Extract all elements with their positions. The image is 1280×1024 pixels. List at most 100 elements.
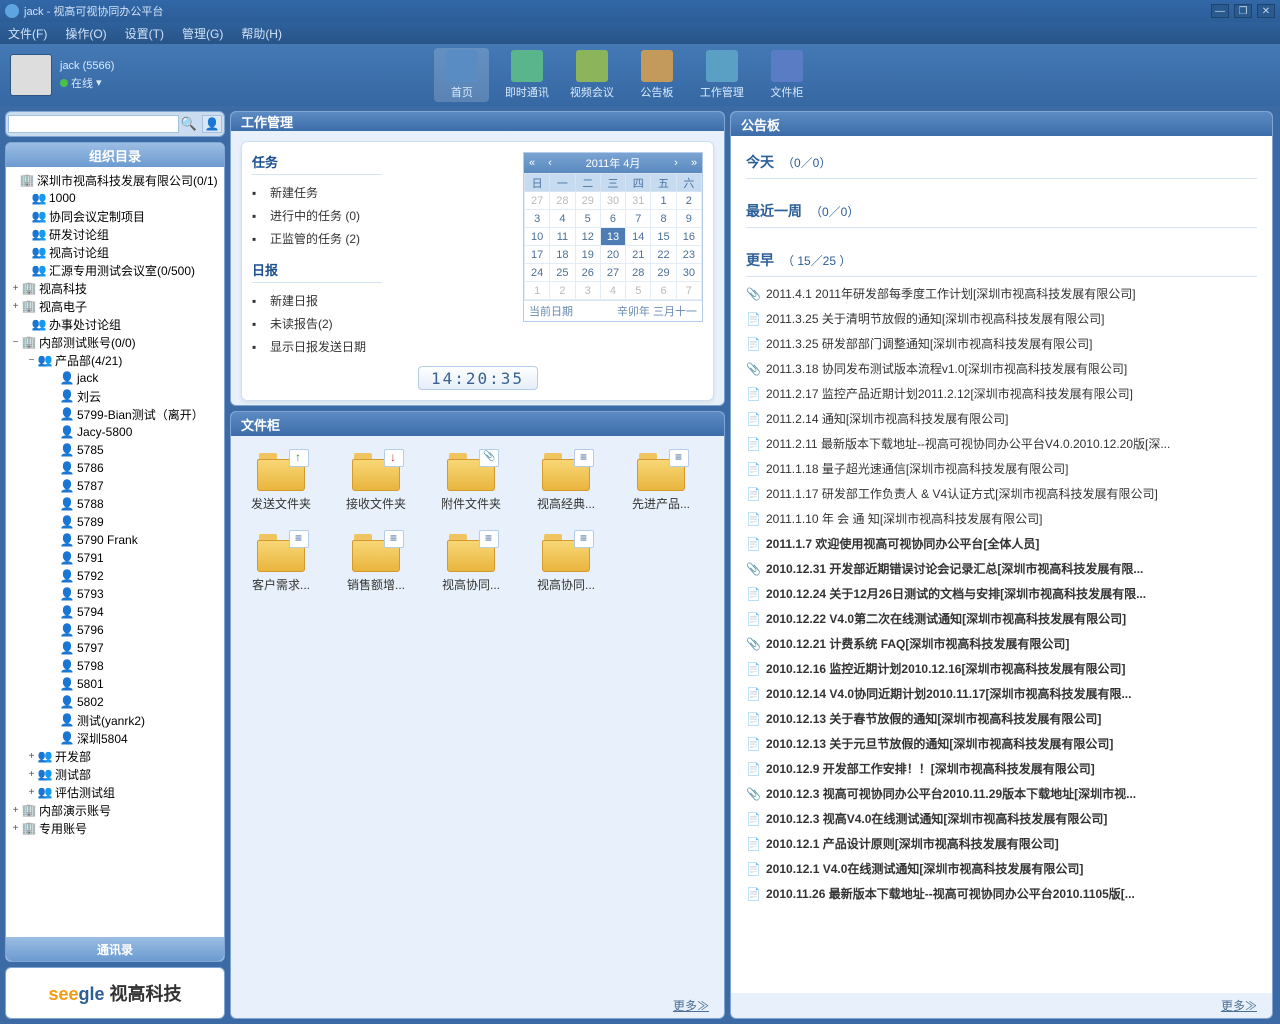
tree-item[interactable]: 👤5792 [8,567,222,585]
cal-prev-month[interactable]: ‹ [542,157,558,169]
cal-day[interactable]: 28 [626,264,651,282]
search-icon[interactable]: 🔍 [179,116,199,132]
cal-day[interactable]: 28 [550,192,575,210]
tree-item[interactable]: 👥汇源专用测试会议室(0/500) [8,261,222,279]
tree-item[interactable]: 👤5791 [8,549,222,567]
tree-item[interactable]: 👤测试(yanrk2) [8,711,222,729]
cal-day[interactable]: 30 [676,264,701,282]
tree-item[interactable]: +👥评估测试组 [8,783,222,801]
tree-item[interactable]: 👤5802 [8,693,222,711]
tree-item[interactable]: 👥1000 [8,189,222,207]
cal-day[interactable]: 3 [575,282,600,300]
folder-item[interactable]: 视高协同... [436,532,506,593]
bulletin-item[interactable]: 📄2011.3.25 研发部部门调整通知[深圳市视高科技发展有限公司] [746,331,1257,356]
contacts-tab[interactable]: 通讯录 [6,937,224,961]
cal-day[interactable]: 30 [600,192,625,210]
cal-day[interactable]: 8 [651,210,676,228]
bulletin-item[interactable]: 📄2010.12.13 关于春节放假的通知[深圳市视高科技发展有限公司] [746,706,1257,731]
org-tab[interactable]: 组织目录 [6,143,224,167]
tree-item[interactable]: 👤5796 [8,621,222,639]
action-link[interactable]: ▪进行中的任务 (0) [252,204,382,227]
cal-day[interactable]: 12 [575,228,600,246]
tree-item[interactable]: 👤Jacy-5800 [8,423,222,441]
tree-item[interactable]: 👥研发讨论组 [8,225,222,243]
cal-day[interactable]: 2 [676,192,701,210]
bulletin-item[interactable]: 📄2010.12.22 V4.0第二次在线测试通知[深圳市视高科技发展有限公司] [746,606,1257,631]
bulletin-item[interactable]: 📄2011.2.14 通知[深圳市视高科技发展有限公司] [746,406,1257,431]
cal-day[interactable]: 24 [525,264,550,282]
menu-item[interactable]: 管理(G) [182,25,223,42]
cal-day[interactable]: 6 [651,282,676,300]
cal-day[interactable]: 22 [651,246,676,264]
cabinet-more-link[interactable]: 更多≫ [231,993,724,1018]
tree-item[interactable]: 🏢深圳市视高科技发展有限公司(0/1) [8,171,222,189]
tree-expand-icon[interactable]: + [26,751,37,762]
search-input[interactable] [8,115,179,133]
topnav-item[interactable]: 即时通讯 [499,48,554,102]
tree-item[interactable]: 👥协同会议定制项目 [8,207,222,225]
folder-item[interactable]: 先进产品... [626,451,696,512]
bulletin-item[interactable]: 📄2011.2.17 监控产品近期计划2011.2.12[深圳市视高科技发展有限… [746,381,1257,406]
bulletin-more-link[interactable]: 更多≫ [731,993,1272,1018]
folder-item[interactable]: 发送文件夹 [246,451,316,512]
bulletin-item[interactable]: 📄2011.1.18 量子超光速通信[深圳市视高科技发展有限公司] [746,456,1257,481]
bulletin-item[interactable]: 📎2011.3.18 协同发布测试版本流程v1.0[深圳市视高科技发展有限公司] [746,356,1257,381]
cal-next-year[interactable]: » [686,157,702,169]
folder-item[interactable]: 视高经典... [531,451,601,512]
tree-item[interactable]: 👤5790 Frank [8,531,222,549]
cal-day[interactable]: 23 [676,246,701,264]
cal-day[interactable]: 4 [600,282,625,300]
menu-item[interactable]: 设置(T) [125,25,164,42]
tree-item[interactable]: +👥开发部 [8,747,222,765]
tree-expand-icon[interactable]: + [26,787,37,798]
bulletin-item[interactable]: 📄2011.1.7 欢迎使用视高可视协同办公平台[全体人员] [746,531,1257,556]
topnav-item[interactable]: 公告板 [629,48,684,102]
tree-item[interactable]: +🏢专用账号 [8,819,222,837]
bulletin-item[interactable]: 📄2010.12.3 视高V4.0在线测试通知[深圳市视高科技发展有限公司] [746,806,1257,831]
cal-day[interactable]: 26 [575,264,600,282]
folder-item[interactable]: 视高协同... [531,532,601,593]
tree-item[interactable]: 👤5801 [8,675,222,693]
tree-item[interactable]: 👥办事处讨论组 [8,315,222,333]
bulletin-item[interactable]: 📄2011.3.25 关于清明节放假的通知[深圳市视高科技发展有限公司] [746,306,1257,331]
folder-item[interactable]: 接收文件夹 [341,451,411,512]
tree-expand-icon[interactable]: + [10,301,21,312]
tree-expand-icon[interactable]: + [26,769,37,780]
cal-day[interactable]: 1 [651,192,676,210]
cal-day[interactable]: 5 [575,210,600,228]
tree-item[interactable]: 👤5785 [8,441,222,459]
tree-item[interactable]: 👤深圳5804 [8,729,222,747]
tree-item[interactable]: 👤5788 [8,495,222,513]
cal-prev-year[interactable]: « [524,157,540,169]
cal-day[interactable]: 7 [676,282,701,300]
folder-item[interactable]: 销售额增... [341,532,411,593]
cal-day[interactable]: 4 [550,210,575,228]
cal-day[interactable]: 29 [575,192,600,210]
topnav-item[interactable]: 视频会议 [564,48,619,102]
bulletin-item[interactable]: 📄2011.1.10 年 会 通 知[深圳市视高科技发展有限公司] [746,506,1257,531]
tree-item[interactable]: +👥测试部 [8,765,222,783]
bulletin-item[interactable]: 📄2010.12.1 V4.0在线测试通知[深圳市视高科技发展有限公司] [746,856,1257,881]
bulletin-item[interactable]: 📎2010.12.21 计费系统 FAQ[深圳市视高科技发展有限公司] [746,631,1257,656]
tree-item[interactable]: 👥视高讨论组 [8,243,222,261]
action-link[interactable]: ▪未读报告(2) [252,312,382,335]
bulletin-item[interactable]: 📄2010.12.13 关于元旦节放假的通知[深圳市视高科技发展有限公司] [746,731,1257,756]
tree-expand-icon[interactable]: − [10,337,21,348]
cal-today-label[interactable]: 当前日期 [529,303,573,319]
cal-next-month[interactable]: › [668,157,684,169]
folder-item[interactable]: 客户需求... [246,532,316,593]
bulletin-item[interactable]: 📄2011.2.11 最新版本下载地址--视高可视协同办公平台V4.0.2010… [746,431,1257,456]
bulletin-item[interactable]: 📎2011.4.1 2011年研发部每季度工作计划[深圳市视高科技发展有限公司] [746,281,1257,306]
cal-day[interactable]: 25 [550,264,575,282]
menu-item[interactable]: 帮助(H) [241,25,282,42]
cal-day[interactable]: 11 [550,228,575,246]
tree-expand-icon[interactable]: − [26,355,37,366]
topnav-item[interactable]: 工作管理 [694,48,749,102]
maximize-button[interactable]: ❐ [1234,4,1252,18]
tree-item[interactable]: +🏢视高科技 [8,279,222,297]
cal-day[interactable]: 13 [600,228,625,246]
tree-item[interactable]: −🏢内部测试账号(0/0) [8,333,222,351]
tree-item[interactable]: 👤刘云 [8,387,222,405]
tree-item[interactable]: 👤5794 [8,603,222,621]
bulletin-item[interactable]: 📄2011.1.17 研发部工作负责人 & V4认证方式[深圳市视高科技发展有限… [746,481,1257,506]
